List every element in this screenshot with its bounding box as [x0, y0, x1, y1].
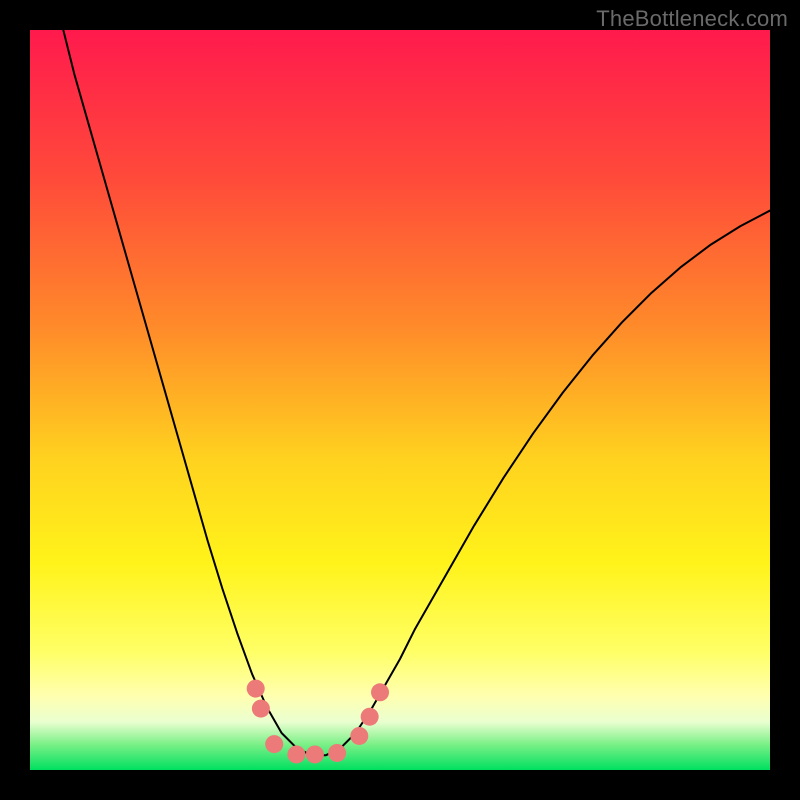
- curve-marker: [328, 744, 346, 762]
- curve-marker: [265, 735, 283, 753]
- curve-marker: [350, 727, 368, 745]
- curve-marker: [361, 708, 379, 726]
- chart-svg: [30, 30, 770, 770]
- curve-marker: [287, 745, 305, 763]
- curve-marker: [306, 745, 324, 763]
- watermark-text: TheBottleneck.com: [596, 6, 788, 32]
- curve-marker: [252, 700, 270, 718]
- chart-frame: TheBottleneck.com: [0, 0, 800, 800]
- curve-marker: [247, 680, 265, 698]
- curve-marker: [371, 683, 389, 701]
- plot-area: [30, 30, 770, 770]
